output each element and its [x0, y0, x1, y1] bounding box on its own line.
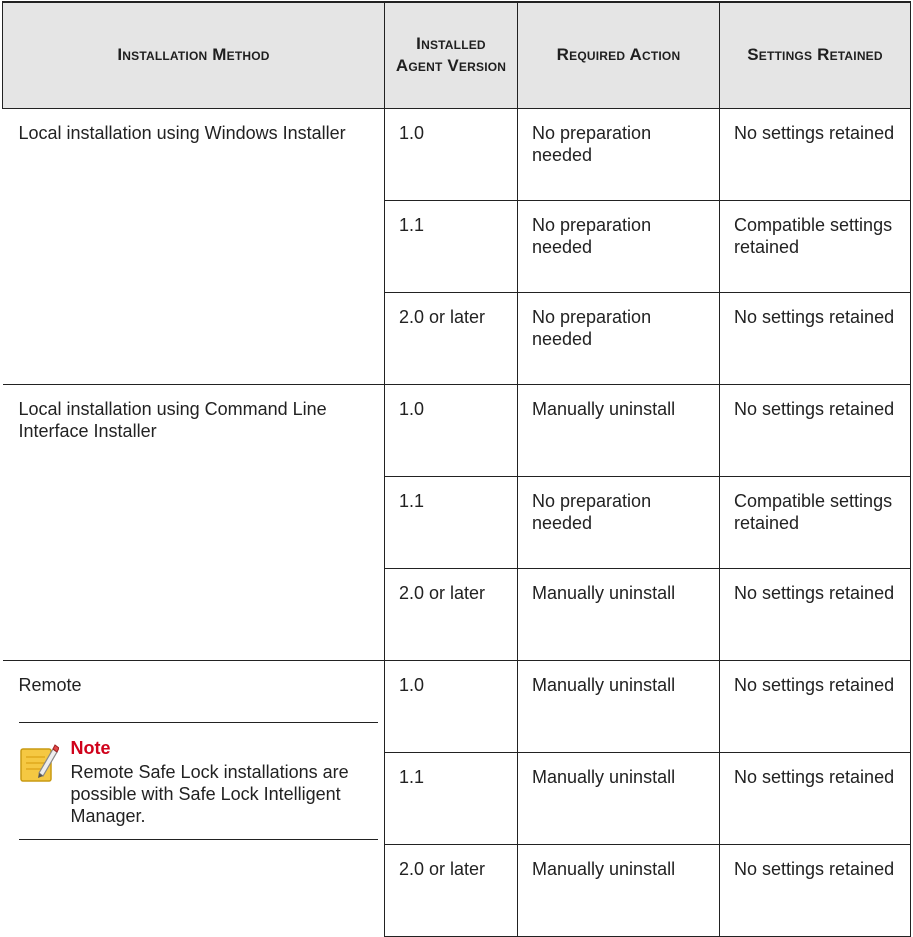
method-cell: Local installation using Command Line In… — [2, 384, 385, 661]
version-cell: 2.0 or later — [384, 844, 518, 937]
method-label: Local installation using Windows Install… — [18, 122, 346, 143]
action-cell: No preparation needed — [517, 292, 720, 385]
version-cell: 1.1 — [384, 200, 518, 293]
note-box: Note Remote Safe Lock installations are … — [19, 723, 385, 839]
header-required-action: Required Action — [517, 1, 720, 109]
header-row: Installation Method Installed Agent Vers… — [2, 1, 911, 109]
settings-cell: Compatible settings retained — [719, 200, 911, 293]
settings-cell: No settings retained — [719, 384, 911, 477]
action-cell: Manually uninstall — [517, 568, 720, 661]
version-cell: 1.1 — [384, 752, 518, 845]
table-row: Local installation using Command Line In… — [2, 384, 911, 661]
settings-cell: No settings retained — [719, 108, 911, 201]
note-text: Remote Safe Lock installations are possi… — [70, 761, 349, 826]
installation-table: Installation Method Installed Agent Vers… — [2, 1, 911, 937]
header-installed-agent-version: Installed Agent Version — [384, 1, 518, 109]
settings-cell: Compatible settings retained — [719, 476, 911, 569]
version-cell: 1.0 — [384, 384, 518, 477]
action-cell: No preparation needed — [517, 476, 720, 569]
method-label: Local installation using Command Line In… — [18, 398, 327, 441]
action-cell: No preparation needed — [517, 108, 720, 201]
version-cell: 1.0 — [384, 108, 518, 201]
note-divider-bottom — [18, 838, 378, 840]
version-cell: 2.0 or later — [384, 568, 518, 661]
header-settings-retained: Settings Retained — [719, 1, 911, 109]
header-installation-method: Installation Method — [2, 1, 385, 109]
method-cell: Local installation using Windows Install… — [2, 108, 385, 385]
action-cell: Manually uninstall — [517, 384, 720, 477]
table-row: Remote Note Remote Safe Lock installatio… — [3, 660, 911, 840]
version-cell: 2.0 or later — [384, 292, 518, 385]
note-title: Note — [70, 737, 111, 758]
settings-cell: No settings retained — [719, 844, 911, 937]
method-label: Remote — [18, 674, 82, 695]
settings-cell: No settings retained — [719, 660, 911, 753]
settings-cell: No settings retained — [719, 752, 911, 845]
settings-cell: No settings retained — [719, 568, 911, 661]
action-cell: Manually uninstall — [517, 660, 720, 753]
version-cell: 1.1 — [384, 476, 518, 569]
action-cell: Manually uninstall — [517, 752, 720, 845]
table-row: Local installation using Windows Install… — [2, 108, 911, 385]
action-cell: No preparation needed — [517, 200, 720, 293]
method-cell: Remote Note Remote Safe Lock installatio… — [3, 660, 385, 936]
version-cell: 1.0 — [384, 660, 518, 753]
settings-cell: No settings retained — [719, 292, 911, 385]
action-cell: Manually uninstall — [517, 844, 720, 937]
note-pencil-icon — [19, 743, 59, 782]
